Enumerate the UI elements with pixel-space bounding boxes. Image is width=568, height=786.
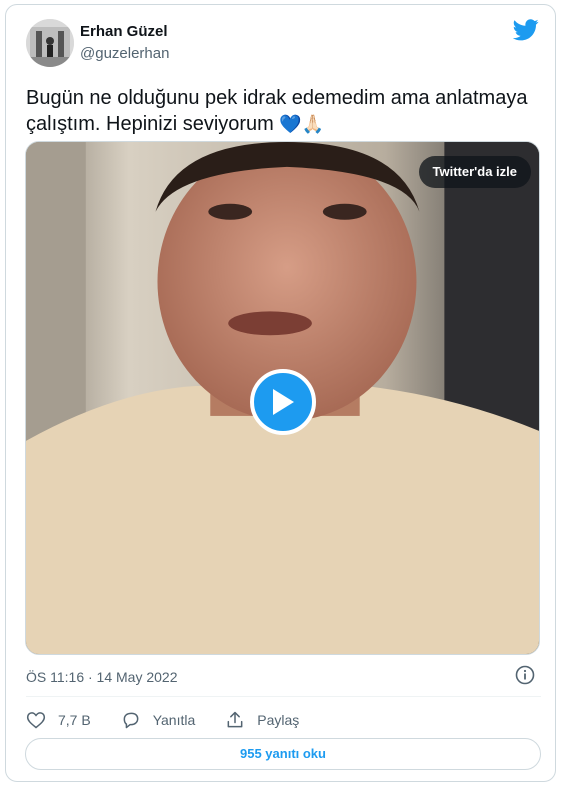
info-icon[interactable] <box>515 665 535 685</box>
share-icon <box>227 711 243 728</box>
share-label: Paylaş <box>257 712 300 728</box>
tweet-text: Bugün ne olduğunu pek idrak edemedim ama… <box>26 85 541 137</box>
play-button[interactable] <box>250 369 316 435</box>
twitter-bird-icon[interactable] <box>513 19 539 41</box>
author-handle[interactable]: @guzelerhan <box>80 45 169 62</box>
avatar[interactable] <box>26 19 74 67</box>
divider <box>26 696 541 697</box>
reply-icon <box>123 712 139 729</box>
reply-button[interactable]: Yanıtla <box>121 710 196 730</box>
heart-icon <box>26 712 46 729</box>
like-count: 7,7 B <box>58 712 91 728</box>
author-name[interactable]: Erhan Güzel <box>80 23 168 40</box>
action-bar: 7,7 B Yanıtla Paylaş <box>26 708 329 732</box>
tweet-timestamp[interactable]: ÖS 11:16 · 14 May 2022 <box>26 669 178 685</box>
like-button[interactable]: 7,7 B <box>26 710 91 730</box>
read-replies-button[interactable]: 955 yanıtı oku <box>25 738 541 770</box>
tweet-card: Erhan Güzel @guzelerhan Bugün ne olduğun… <box>5 4 556 782</box>
watch-on-twitter-button[interactable]: Twitter'da izle <box>418 156 531 188</box>
tweet-body: Bugün ne olduğunu pek idrak edemedim ama… <box>26 87 528 135</box>
video-player[interactable]: Twitter'da izle <box>25 141 540 655</box>
share-button[interactable]: Paylaş <box>225 710 299 730</box>
reply-label: Yanıtla <box>152 712 196 728</box>
play-icon <box>273 389 294 415</box>
tweet-emojis: 💙🙏🏻 <box>279 114 325 134</box>
